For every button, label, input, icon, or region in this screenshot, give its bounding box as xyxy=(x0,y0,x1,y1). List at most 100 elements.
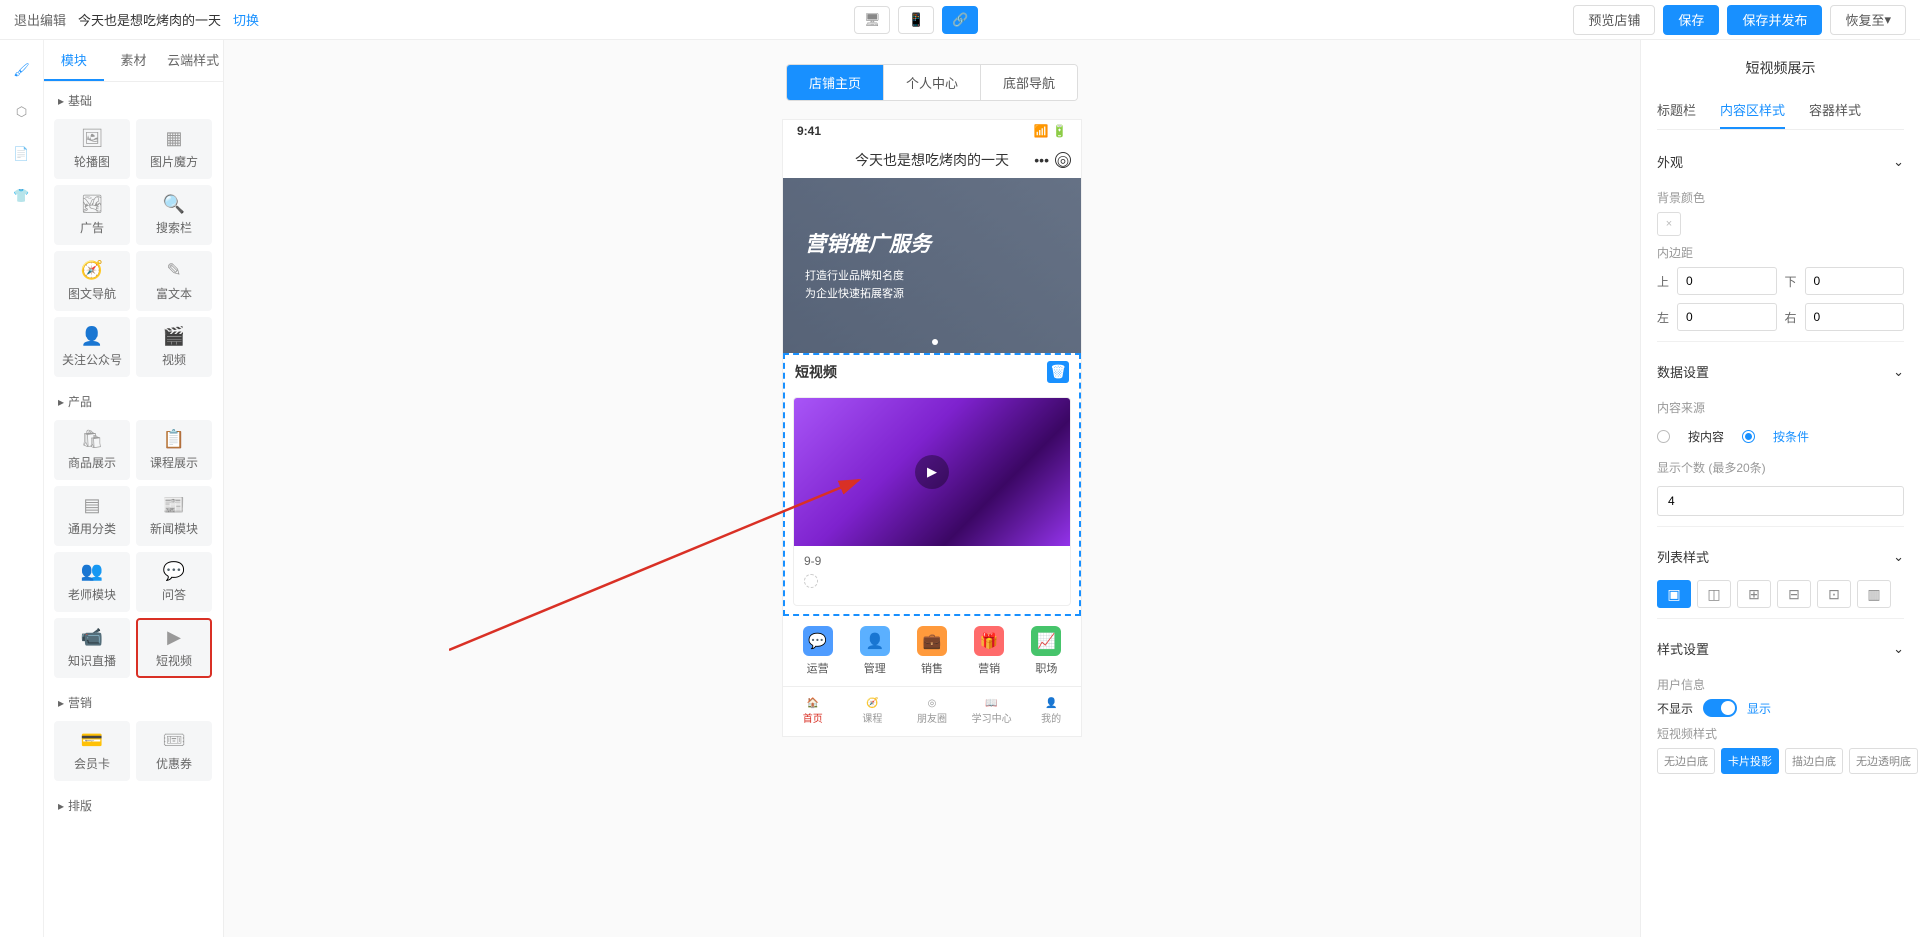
padding-label: 内边距 xyxy=(1657,244,1904,261)
tabbar: 🏠首页 🧭课程 ◎朋友圈 📖学习中心 👤我的 xyxy=(783,686,1081,736)
pad-right[interactable] xyxy=(1805,303,1904,331)
layout-opt-4[interactable]: ⊟ xyxy=(1777,580,1811,608)
style-opt-4[interactable]: 无边透明底 xyxy=(1849,748,1918,774)
switch-link[interactable]: 切换 xyxy=(233,10,259,29)
feature-item[interactable]: 💼销售 xyxy=(917,626,947,676)
rail-brush-icon[interactable]: 🖌 xyxy=(12,60,32,80)
canvas-tab-bottom[interactable]: 底部导航 xyxy=(981,65,1077,100)
project-title: 今天也是想吃烤肉的一天 xyxy=(78,10,221,29)
panel-tab-modules[interactable]: 模块 xyxy=(44,40,104,81)
module-live[interactable]: 📹知识直播 xyxy=(54,618,130,678)
rail-shirt-icon[interactable]: 👕 xyxy=(12,186,32,206)
module-carousel[interactable]: 🖼轮播图 xyxy=(54,119,130,179)
banner-headline: 营销推广服务 xyxy=(805,228,1081,258)
bg-color-picker[interactable]: × xyxy=(1657,212,1681,236)
style-opt-2[interactable]: 卡片投影 xyxy=(1721,748,1779,774)
module-news[interactable]: 📰新闻模块 xyxy=(136,486,212,546)
module-member[interactable]: 💳会员卡 xyxy=(54,721,130,781)
userinfo-toggle[interactable] xyxy=(1703,699,1737,717)
module-search[interactable]: 🔍搜索栏 xyxy=(136,185,212,245)
phone-preview: 9:41 📶 🔋 今天也是想吃烤肉的一天 ••• ◎ 营销推广服务 打造行业品牌… xyxy=(782,119,1082,737)
layout-opt-6[interactable]: ▥ xyxy=(1857,580,1891,608)
module-panel: 模块 素材 云端样式 ▸ 基础 🖼轮播图 ▦图片魔方 🏞广告 🔍搜索栏 🧭图文导… xyxy=(44,40,224,937)
tab-me[interactable]: 👤我的 xyxy=(1021,687,1081,736)
count-label: 显示个数 (最多20条) xyxy=(1657,459,1904,476)
module-product[interactable]: 🛍商品展示 xyxy=(54,420,130,480)
layout-opt-3[interactable]: ⊞ xyxy=(1737,580,1771,608)
banner[interactable]: 营销推广服务 打造行业品牌知名度 为企业快速拓展客源 xyxy=(783,178,1081,353)
pad-bottom[interactable] xyxy=(1805,267,1904,295)
layout-opt-1[interactable]: ▣ xyxy=(1657,580,1691,608)
banner-line2: 为企业快速拓展客源 xyxy=(805,286,1081,304)
publish-button[interactable]: 保存并发布 xyxy=(1727,5,1822,35)
module-nav[interactable]: 🧭图文导航 xyxy=(54,251,130,311)
phone-capsule: ••• ◎ xyxy=(1034,152,1071,168)
tab-course[interactable]: 🧭课程 xyxy=(843,687,903,736)
play-icon: ▶ xyxy=(915,455,949,489)
module-category[interactable]: ▤通用分类 xyxy=(54,486,130,546)
insp-appearance-hd[interactable]: 外观⌄ xyxy=(1657,142,1904,181)
pad-top[interactable] xyxy=(1677,267,1776,295)
insp-data-hd[interactable]: 数据设置⌄ xyxy=(1657,352,1904,391)
section-marketing[interactable]: ▸ 营销 xyxy=(44,684,223,721)
radio-by-condition[interactable] xyxy=(1742,430,1755,443)
feature-item[interactable]: 💬运营 xyxy=(803,626,833,676)
banner-line1: 打造行业品牌知名度 xyxy=(805,268,1081,286)
insp-style-hd[interactable]: 样式设置⌄ xyxy=(1657,629,1904,668)
panel-tab-cloud[interactable]: 云端样式 xyxy=(163,40,223,81)
restore-button[interactable]: 恢复至 ▾ xyxy=(1830,5,1906,35)
module-coupon[interactable]: 🎟优惠券 xyxy=(136,721,212,781)
layout-opt-5[interactable]: ⊡ xyxy=(1817,580,1851,608)
tab-moments[interactable]: ◎朋友圈 xyxy=(902,687,962,736)
video-style-label: 短视频样式 xyxy=(1657,725,1904,742)
module-ad[interactable]: 🏞广告 xyxy=(54,185,130,245)
video-card[interactable]: ▶ 9-9 xyxy=(793,397,1071,606)
module-follow[interactable]: 👤关注公众号 xyxy=(54,317,130,377)
phone-title: 今天也是想吃烤肉的一天 ••• ◎ xyxy=(783,142,1081,178)
feature-row: 💬运营 👤管理 💼销售 🎁营销 📈职场 xyxy=(783,616,1081,686)
rail-hexagon-icon[interactable]: ⬡ xyxy=(12,102,32,122)
section-product[interactable]: ▸ 产品 xyxy=(44,383,223,420)
video-avatar xyxy=(804,574,818,588)
canvas-tab-profile[interactable]: 个人中心 xyxy=(884,65,981,100)
module-course[interactable]: 📋课程展示 xyxy=(136,420,212,480)
feature-item[interactable]: 🎁营销 xyxy=(974,626,1004,676)
count-input[interactable] xyxy=(1657,486,1904,516)
delete-block-button[interactable]: 🗑 xyxy=(1047,361,1069,383)
module-teacher[interactable]: 👥老师模块 xyxy=(54,552,130,612)
module-short-video[interactable]: ▶短视频 xyxy=(136,618,212,678)
tab-study[interactable]: 📖学习中心 xyxy=(962,687,1022,736)
panel-tab-assets[interactable]: 素材 xyxy=(104,40,164,81)
insp-list-hd[interactable]: 列表样式⌄ xyxy=(1657,537,1904,576)
module-qa[interactable]: 💬问答 xyxy=(136,552,212,612)
phone-time: 9:41 xyxy=(797,124,821,138)
section-layout[interactable]: ▸ 排版 xyxy=(44,787,223,824)
layout-opt-2[interactable]: ◫ xyxy=(1697,580,1731,608)
device-mobile-button[interactable]: 📱 xyxy=(898,6,934,34)
save-button[interactable]: 保存 xyxy=(1663,5,1719,35)
insp-tab-container[interactable]: 容器样式 xyxy=(1809,92,1861,129)
device-link-button[interactable]: 🔗 xyxy=(942,6,978,34)
device-desktop-button[interactable]: 🖥 xyxy=(854,6,890,34)
tab-home[interactable]: 🏠首页 xyxy=(783,687,843,736)
insp-tab-content[interactable]: 内容区样式 xyxy=(1720,92,1785,129)
preview-button[interactable]: 预览店铺 xyxy=(1573,5,1655,35)
style-opt-1[interactable]: 无边白底 xyxy=(1657,748,1715,774)
short-video-block[interactable]: 短视频 🗑 ▶ 9-9 xyxy=(783,353,1081,616)
style-opt-3[interactable]: 描边白底 xyxy=(1785,748,1843,774)
insp-tab-title[interactable]: 标题栏 xyxy=(1657,92,1696,129)
module-video[interactable]: 🎬视频 xyxy=(136,317,212,377)
section-basic[interactable]: ▸ 基础 xyxy=(44,82,223,119)
video-date: 9-9 xyxy=(804,554,1060,568)
radio-by-content[interactable] xyxy=(1657,430,1670,443)
module-richtext[interactable]: ✎富文本 xyxy=(136,251,212,311)
exit-edit-link[interactable]: 退出编辑 xyxy=(14,10,66,29)
video-block-title: 短视频 xyxy=(795,362,837,382)
feature-item[interactable]: 📈职场 xyxy=(1031,626,1061,676)
canvas: 店铺主页 个人中心 底部导航 9:41 📶 🔋 今天也是想吃烤肉的一天 ••• … xyxy=(224,40,1640,937)
pad-left[interactable] xyxy=(1677,303,1776,331)
canvas-tab-home[interactable]: 店铺主页 xyxy=(787,65,884,100)
feature-item[interactable]: 👤管理 xyxy=(860,626,890,676)
rail-page-icon[interactable]: 📄 xyxy=(12,144,32,164)
module-image-cube[interactable]: ▦图片魔方 xyxy=(136,119,212,179)
